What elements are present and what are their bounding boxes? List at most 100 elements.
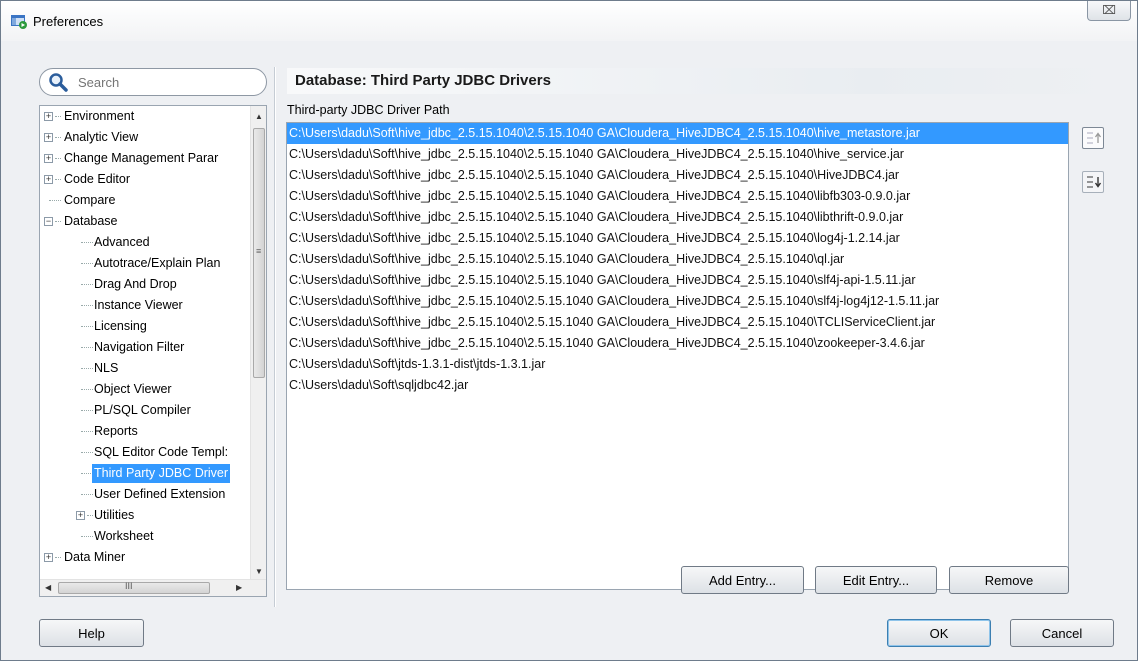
tree-item[interactable]: Instance Viewer (40, 295, 252, 316)
tree-item-label: Autotrace/Explain Plan (94, 256, 221, 270)
tree-connector (81, 452, 93, 453)
tree-connector (81, 242, 93, 243)
list-item[interactable]: C:\Users\dadu\Soft\hive_jdbc_2.5.15.1040… (287, 144, 1068, 165)
tree-item-label: Licensing (94, 319, 147, 333)
tree-vertical-scroll-thumb[interactable]: ≡ (253, 128, 265, 378)
list-item[interactable]: C:\Users\dadu\Soft\hive_jdbc_2.5.15.1040… (287, 228, 1068, 249)
expand-icon[interactable]: + (44, 133, 53, 142)
tree-item-label: Environment (64, 109, 135, 123)
ok-button[interactable]: OK (887, 619, 991, 647)
remove-button[interactable]: Remove (949, 566, 1069, 594)
tree-item[interactable]: + Data Miner (40, 547, 252, 568)
tree-item[interactable]: PL/SQL Compiler (40, 400, 252, 421)
driver-path-list[interactable]: C:\Users\dadu\Soft\hive_jdbc_2.5.15.1040… (286, 122, 1069, 590)
scroll-down-icon[interactable]: ▼ (255, 567, 263, 576)
tree-item[interactable]: User Defined Extension (40, 484, 252, 505)
move-up-button[interactable] (1082, 127, 1104, 149)
scroll-right-icon[interactable]: ▶ (236, 583, 242, 592)
expand-icon[interactable]: + (44, 112, 53, 121)
tree-item[interactable]: + Environment (40, 106, 252, 127)
collapse-icon[interactable]: − (44, 217, 53, 226)
tree-item-label: Code Editor (64, 172, 131, 186)
search-input[interactable] (76, 73, 256, 91)
scroll-up-icon[interactable]: ▲ (255, 112, 263, 121)
expand-icon[interactable]: + (76, 511, 85, 520)
tree-connector (81, 494, 93, 495)
preferences-tree: + Environment + Analytic View + Change Manage… (39, 105, 267, 597)
list-item[interactable]: C:\Users\dadu\Soft\hive_jdbc_2.5.15.1040… (287, 123, 1068, 144)
tree-item-label: Compare (64, 193, 116, 207)
list-item[interactable]: C:\Users\dadu\Soft\jtds-1.3.1-dist\jtds-… (287, 354, 1068, 375)
scroll-left-icon[interactable]: ◀ (45, 583, 51, 592)
tree-item[interactable]: Advanced (40, 232, 252, 253)
list-item[interactable]: C:\Users\dadu\Soft\sqljdbc42.jar (287, 375, 1068, 396)
list-item[interactable]: C:\Users\dadu\Soft\hive_jdbc_2.5.15.1040… (287, 249, 1068, 270)
tree-item[interactable]: + Analytic View (40, 127, 252, 148)
expand-icon[interactable]: + (44, 154, 53, 163)
tree-connector (81, 536, 93, 537)
tree-item-label: Reports (94, 424, 138, 438)
tree-item[interactable]: Object Viewer (40, 379, 252, 400)
tree-connector (81, 326, 93, 327)
tree-item-label: SQL Editor Code Templ: (94, 445, 229, 459)
move-down-button[interactable] (1082, 171, 1104, 193)
tree-horizontal-scrollbar[interactable]: ◀ III ▶ (40, 579, 266, 596)
close-button[interactable]: ⌧ (1087, 1, 1131, 21)
expand-icon[interactable]: + (44, 553, 53, 562)
tree-item[interactable]: Autotrace/Explain Plan (40, 253, 252, 274)
tree-connector (49, 200, 61, 201)
tree-connector (55, 221, 61, 222)
tree-item-label: Worksheet (94, 529, 154, 543)
tree-item[interactable]: − Database (40, 211, 252, 232)
tree-item[interactable]: NLS (40, 358, 252, 379)
list-item[interactable]: C:\Users\dadu\Soft\hive_jdbc_2.5.15.1040… (287, 270, 1068, 291)
tree-item[interactable]: + Code Editor (40, 169, 252, 190)
grip-icon: III (125, 581, 133, 591)
grip-icon: ≡ (256, 246, 262, 256)
list-item[interactable]: C:\Users\dadu\Soft\hive_jdbc_2.5.15.1040… (287, 186, 1068, 207)
tree-item[interactable]: + Utilities (40, 505, 252, 526)
tree-item-label: Third Party JDBC Driver (92, 464, 231, 483)
tree-connector (81, 410, 93, 411)
add-entry-button[interactable]: Add Entry... (681, 566, 804, 594)
edit-entry-button[interactable]: Edit Entry... (815, 566, 937, 594)
tree-item-label: User Defined Extension (94, 487, 226, 501)
page-title: Database: Third Party JDBC Drivers (295, 72, 551, 89)
list-item[interactable]: C:\Users\dadu\Soft\hive_jdbc_2.5.15.1040… (287, 291, 1068, 312)
tree-connector (55, 116, 61, 117)
close-icon: ⌧ (1102, 3, 1116, 17)
list-item[interactable]: C:\Users\dadu\Soft\hive_jdbc_2.5.15.1040… (287, 165, 1068, 186)
list-item[interactable]: C:\Users\dadu\Soft\hive_jdbc_2.5.15.1040… (287, 333, 1068, 354)
tree-connector (55, 179, 61, 180)
tree-item[interactable]: + Change Management Parar (40, 148, 252, 169)
list-item[interactable]: C:\Users\dadu\Soft\hive_jdbc_2.5.15.1040… (287, 312, 1068, 333)
tree-items: + Environment + Analytic View + Change Manage… (40, 106, 252, 568)
tree-item[interactable]: Navigation Filter (40, 337, 252, 358)
move-up-icon (1087, 132, 1102, 144)
tree-vertical-scrollbar[interactable]: ▲ ≡ ▼ (250, 106, 266, 580)
tree-item[interactable]: Third Party JDBC Driver (40, 463, 252, 484)
tree-item[interactable]: Reports (40, 421, 252, 442)
search-icon (49, 73, 68, 92)
tree-item-label: Change Management Parar (64, 151, 219, 165)
expand-icon[interactable]: + (44, 175, 53, 184)
tree-connector (81, 305, 93, 306)
tree-item[interactable]: Licensing (40, 316, 252, 337)
tree-item[interactable]: Compare (40, 190, 252, 211)
tree-item-label: Object Viewer (94, 382, 172, 396)
tree-item-label: Drag And Drop (94, 277, 177, 291)
help-button[interactable]: Help (39, 619, 144, 647)
search-box (39, 68, 267, 96)
cancel-button[interactable]: Cancel (1010, 619, 1114, 647)
tree-connector (55, 137, 61, 138)
panel-splitter[interactable] (274, 67, 276, 607)
tree-item[interactable]: SQL Editor Code Templ: (40, 442, 252, 463)
tree-connector (55, 158, 61, 159)
tree-item[interactable]: Worksheet (40, 526, 252, 547)
preferences-app-icon (11, 15, 27, 29)
tree-horizontal-scroll-thumb[interactable]: III (58, 581, 210, 594)
tree-item-label: Data Miner (64, 550, 126, 564)
tree-item[interactable]: Drag And Drop (40, 274, 252, 295)
list-item[interactable]: C:\Users\dadu\Soft\hive_jdbc_2.5.15.1040… (287, 207, 1068, 228)
tree-item-label: Database (64, 214, 118, 228)
